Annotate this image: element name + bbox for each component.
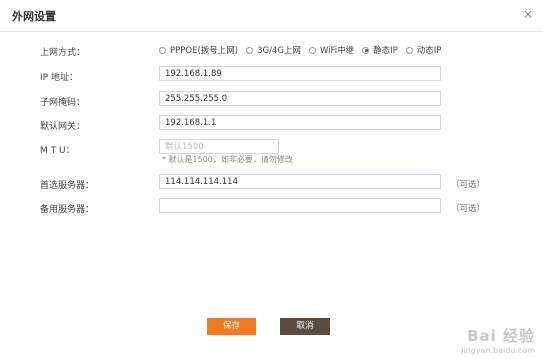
watermark-url: jingyan.baidu.com xyxy=(461,346,535,355)
ip-address-label: IP 地址： xyxy=(40,73,78,83)
radio-pppoe-dot[interactable] xyxy=(159,46,166,54)
radio-static-ip[interactable]: 静态IP xyxy=(362,44,398,56)
watermark-logo: Bai 经验 xyxy=(467,327,535,345)
mtu-hint: * 默认是1500，如非必要，请勿修改 xyxy=(162,155,293,164)
radio-dhcp-dot[interactable] xyxy=(405,46,413,54)
primary-dns-label: 首选服务器： xyxy=(40,181,95,191)
radio-pppoe[interactable]: PPPOE(拨号上网) xyxy=(159,44,238,56)
dialog-title: 外网设置 xyxy=(12,10,56,23)
cancel-button[interactable]: 取消 xyxy=(280,318,330,335)
radio-wifi-relay-label: WiFi中继 xyxy=(319,46,355,56)
secondary-dns-label: 备用服务器： xyxy=(40,205,95,215)
wan-settings-dialog: 外网设置 × 上网方式： PPPOE(拨号上网) 3G/4G上网 WiFi中继 … xyxy=(0,0,543,359)
primary-dns-optional: （可选） xyxy=(451,180,486,190)
radio-static-ip-dot[interactable] xyxy=(362,46,370,54)
secondary-dns-optional: （可选） xyxy=(451,204,486,214)
gateway-label: 默认网关： xyxy=(40,122,86,132)
mtu-input[interactable] xyxy=(159,139,279,154)
gateway-input[interactable] xyxy=(159,115,441,130)
secondary-dns-input[interactable] xyxy=(159,198,441,213)
close-icon[interactable]: × xyxy=(523,7,533,21)
radio-dhcp[interactable]: 动态IP xyxy=(405,44,442,56)
connection-type-label: 上网方式： xyxy=(40,48,86,58)
radio-static-ip-label: 静态IP xyxy=(373,46,398,56)
radio-3g4g[interactable]: 3G/4G上网 xyxy=(246,44,301,56)
radio-3g4g-label: 3G/4G上网 xyxy=(257,46,301,56)
save-button[interactable]: 保存 xyxy=(207,318,256,335)
primary-dns-input[interactable] xyxy=(159,174,441,189)
radio-dhcp-label: 动态IP xyxy=(416,46,442,56)
mtu-label: M T U： xyxy=(40,146,75,156)
radio-wifi-relay-dot[interactable] xyxy=(308,46,316,54)
radio-wifi-relay[interactable]: WiFi中继 xyxy=(308,44,355,56)
watermark: Bai 经验 jingyan.baidu.com xyxy=(461,325,535,355)
radio-pppoe-label: PPPOE(拨号上网) xyxy=(170,46,239,56)
subnet-mask-label: 子网掩码： xyxy=(40,98,86,108)
subnet-mask-input[interactable] xyxy=(159,91,441,106)
radio-3g4g-dot[interactable] xyxy=(246,46,254,54)
connection-type-radio-group: PPPOE(拨号上网) 3G/4G上网 WiFi中继 静态IP 动态IP xyxy=(159,44,441,56)
ip-address-input[interactable] xyxy=(159,66,441,81)
dialog-header: 外网设置 × xyxy=(0,0,543,32)
